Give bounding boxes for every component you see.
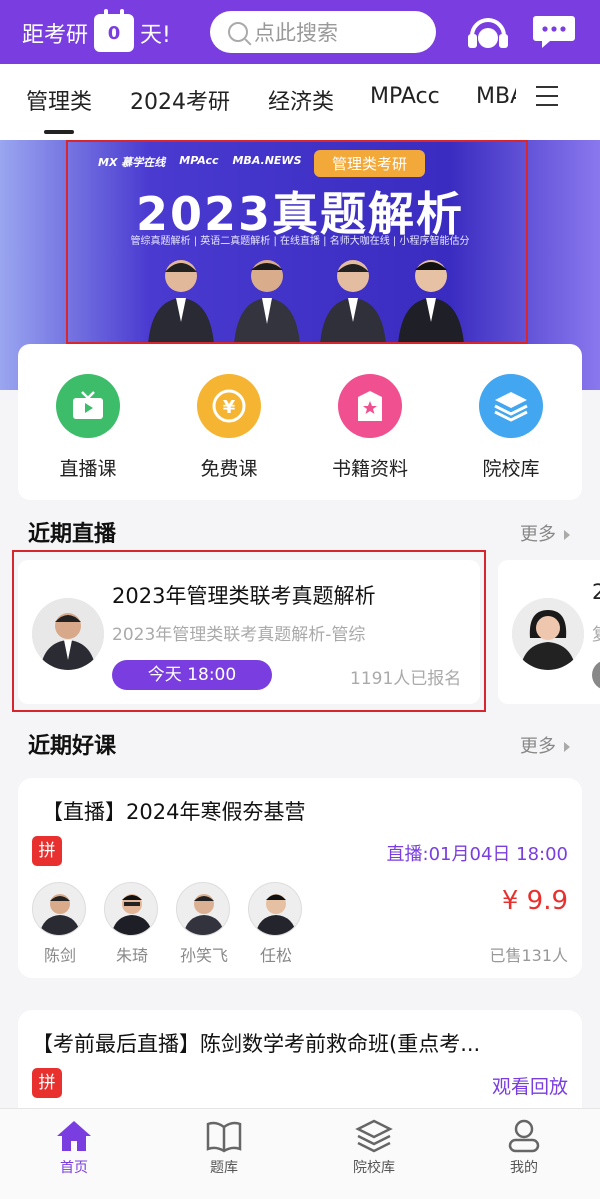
quick-entry-panel: 直播课 ¥ 免费课 书籍资料 院校库 — [18, 344, 582, 500]
course-card[interactable]: 【直播】2024年寒假夯基营 拼 直播:01月04日 18:00 陈剑 朱琦 孙… — [18, 778, 582, 978]
section-title-recent-courses: 近期好课 — [28, 734, 117, 759]
quick-entry-label: 直播课 — [59, 458, 117, 480]
nav-label: 题库 — [210, 1160, 238, 1176]
nav-label: 我的 — [510, 1160, 538, 1176]
teacher: 任松 — [248, 882, 304, 966]
group-buy-badge: 拼 — [32, 1068, 62, 1098]
live-title: 2 — [592, 580, 600, 604]
tv-icon — [56, 374, 120, 438]
message-icon[interactable] — [532, 14, 576, 50]
quick-entry-label: 书籍资料 — [331, 458, 408, 480]
nav-schools[interactable]: 院校库 — [324, 1119, 424, 1177]
course-live-time: 直播:01月04日 18:00 — [386, 844, 568, 865]
tab-economics[interactable]: 经济类 — [268, 84, 334, 116]
avatar — [512, 598, 584, 670]
live-subtitle: 复 — [592, 620, 600, 645]
nav-label: 首页 — [60, 1160, 88, 1176]
nav-home[interactable]: 首页 — [24, 1119, 124, 1177]
top-bar: 距考研 0 天! 点此搜索 — [0, 0, 600, 64]
teacher: 朱琦 — [104, 882, 160, 966]
avatar — [32, 882, 86, 936]
search-placeholder: 点此搜索 — [254, 21, 338, 45]
countdown-suffix: 天! — [140, 23, 171, 48]
countdown-prefix: 距考研 — [22, 23, 89, 48]
tab-management[interactable]: 管理类 — [26, 84, 92, 116]
countdown-days: 0 — [94, 9, 135, 52]
quick-entry-label: 院校库 — [482, 458, 540, 480]
avatar — [248, 882, 302, 936]
quick-entry-label: 免费课 — [200, 458, 258, 480]
quick-entry-free-course[interactable]: ¥ 免费课 — [189, 374, 269, 481]
search-input[interactable]: 点此搜索 — [210, 11, 436, 53]
headset-icon[interactable] — [466, 12, 510, 52]
tab-2024-exam[interactable]: 2024考研 — [130, 84, 230, 116]
bottom-nav: 首页 题库 院校库 我的 — [0, 1108, 600, 1199]
course-title: 【考前最后直播】陈剑数学考前救命班(重点考... — [32, 1032, 481, 1056]
group-buy-badge: 拼 — [32, 836, 62, 866]
teacher: 陈剑 — [32, 882, 88, 966]
quick-entry-books[interactable]: 书籍资料 — [330, 374, 410, 481]
search-icon — [228, 22, 248, 42]
nav-label: 院校库 — [353, 1160, 395, 1176]
quick-entry-schools[interactable]: 院校库 — [471, 374, 551, 481]
menu-icon[interactable] — [536, 86, 558, 108]
live-time-badge — [592, 660, 600, 690]
layers-icon — [355, 1119, 393, 1153]
live-highlight-frame — [12, 550, 486, 712]
course-price: ¥ 9.9 — [501, 886, 568, 916]
teacher-name: 陈剑 — [43, 946, 76, 965]
live-card[interactable]: 2 复 — [498, 560, 600, 704]
nav-question-bank[interactable]: 题库 — [174, 1119, 274, 1177]
course-title: 【直播】2024年寒假夯基营 — [42, 800, 306, 824]
svg-text:¥: ¥ — [223, 397, 236, 418]
teacher-name: 朱琦 — [115, 946, 148, 965]
home-icon — [57, 1121, 91, 1151]
book-icon — [338, 374, 402, 438]
yen-icon: ¥ — [197, 374, 261, 438]
teacher: 孙笑飞 — [176, 882, 232, 966]
watch-replay-link[interactable]: 观看回放 — [492, 1072, 568, 1099]
category-tabs: 管理类 2024考研 经济类 MPAcc MBA — [0, 64, 600, 140]
teacher-name: 任松 — [259, 946, 292, 965]
nav-profile[interactable]: 我的 — [474, 1119, 574, 1177]
section-title-recent-live: 近期直播 — [28, 522, 117, 547]
more-link-courses[interactable]: 更多 — [520, 732, 570, 758]
user-icon — [508, 1119, 540, 1153]
exam-countdown[interactable]: 距考研 0 天! — [22, 9, 171, 52]
sold-count: 已售131人 — [489, 946, 568, 965]
more-link-live[interactable]: 更多 — [520, 520, 570, 546]
quick-entry-live-course[interactable]: 直播课 — [48, 374, 128, 481]
layers-icon — [479, 374, 543, 438]
avatar — [176, 882, 230, 936]
banner-highlight-frame — [66, 140, 528, 344]
tab-mpacc[interactable]: MPAcc — [370, 84, 440, 109]
teacher-name: 孙笑飞 — [179, 946, 228, 965]
book-open-icon — [206, 1121, 242, 1153]
tab-mba[interactable]: MBA — [476, 84, 516, 109]
avatar — [104, 882, 158, 936]
